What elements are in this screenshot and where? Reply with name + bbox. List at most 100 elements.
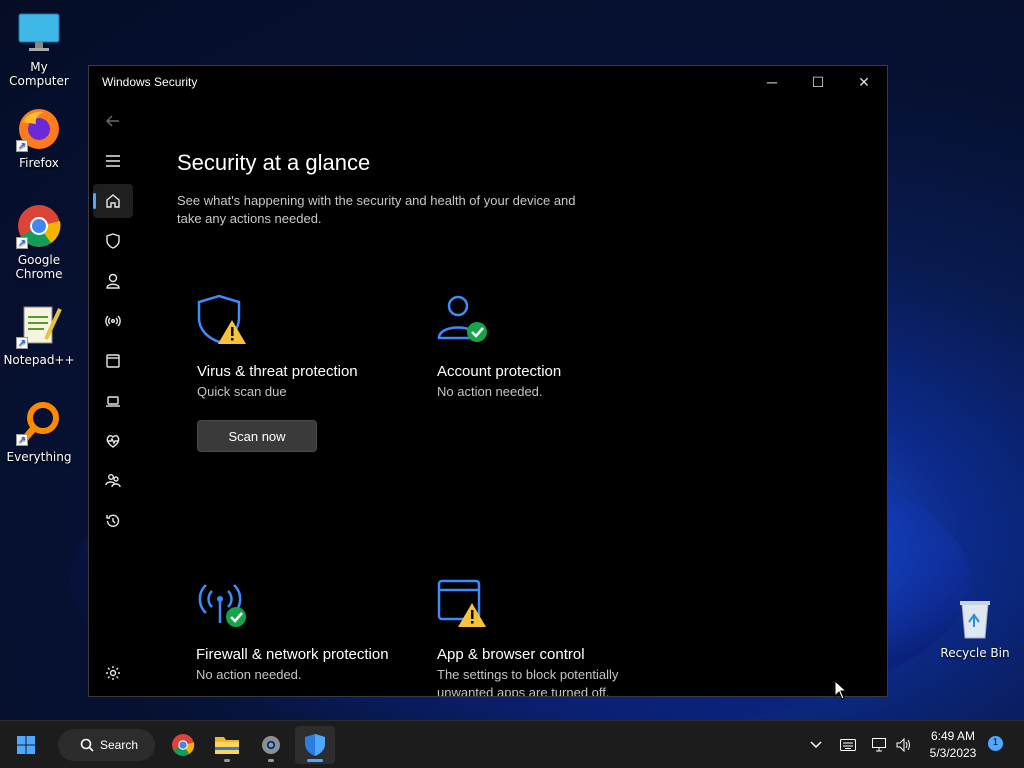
network-icon <box>872 738 886 752</box>
card-app-browser-control[interactable]: App & browser control The settings to bl… <box>437 577 637 696</box>
card-title: App & browser control <box>437 646 585 663</box>
taskbar-settings[interactable] <box>251 726 291 764</box>
navigation-rail <box>89 98 137 696</box>
antenna-icon <box>105 315 121 327</box>
desktop-icon-label: Recycle Bin <box>940 646 1010 660</box>
windows-security-window: Windows Security ─ ☐ ✕ Security at a gla… <box>88 65 888 697</box>
card-virus-threat-protection[interactable]: Virus & threat protection Quick scan due… <box>197 294 417 452</box>
windows-logo-icon <box>17 736 35 754</box>
history-icon <box>106 514 120 527</box>
card-status: Quick scan due <box>197 384 287 399</box>
back-arrow-icon <box>106 115 119 127</box>
nav-item-firewall[interactable] <box>93 304 133 338</box>
hamburger-icon <box>106 155 120 167</box>
magnifier-icon: ↗ <box>16 400 62 446</box>
shortcut-arrow-icon: ↗ <box>16 434 28 446</box>
desktop-icon-firefox[interactable]: ↗ Firefox <box>0 106 78 170</box>
desktop-icon-label: Notepad++ <box>3 353 75 367</box>
desktop-icon-my-computer[interactable]: My Computer <box>0 10 78 88</box>
card-title: Virus & threat protection <box>197 363 358 380</box>
card-title: Firewall & network protection <box>196 646 389 663</box>
desktop-icon-label: Google Chrome <box>15 253 63 281</box>
search-icon <box>80 738 94 752</box>
desktop-icon-label: Firefox <box>19 156 59 170</box>
scan-now-button[interactable]: Scan now <box>197 420 317 452</box>
notepad-icon: ↗ <box>16 303 62 349</box>
start-button[interactable] <box>6 726 46 764</box>
desktop-icon-notepadpp[interactable]: ↗ Notepad++ <box>0 303 78 367</box>
keyboard-icon <box>840 739 856 751</box>
shortcut-arrow-icon: ↗ <box>16 337 28 349</box>
window-title: Windows Security <box>102 75 198 89</box>
nav-item-account-protection[interactable] <box>93 264 133 298</box>
menu-button[interactable] <box>93 144 133 178</box>
page-subtitle: See what's happening with the security a… <box>177 193 576 226</box>
speaker-icon <box>896 738 910 752</box>
taskbar-search[interactable]: Search <box>58 729 155 761</box>
clock-time: 6:49 AM <box>930 729 976 743</box>
nav-item-virus-protection[interactable] <box>93 224 133 258</box>
mouse-cursor-icon <box>834 680 848 700</box>
tray-overflow-button[interactable] <box>801 721 831 768</box>
card-firewall-network-protection[interactable]: Firewall & network protection No action … <box>196 577 396 684</box>
home-icon <box>106 194 120 208</box>
taskbar: Search 6:49 AM 5/3/2023 <box>0 720 1024 768</box>
nav-item-settings[interactable] <box>93 656 133 690</box>
title-bar: Windows Security ─ ☐ ✕ <box>89 66 887 98</box>
nav-item-device-security[interactable] <box>93 384 133 418</box>
chrome-icon <box>172 734 195 756</box>
heart-pulse-icon <box>106 435 120 448</box>
account-ok-icon <box>437 294 489 346</box>
nav-item-app-browser-control[interactable] <box>93 344 133 378</box>
monitor-icon <box>16 10 62 56</box>
desktop-icon-recycle-bin[interactable]: Recycle Bin <box>936 596 1014 660</box>
back-button[interactable] <box>93 104 133 138</box>
card-status: The settings to block potentially unwant… <box>437 667 619 696</box>
browser-warning-icon <box>437 577 489 629</box>
tray-network[interactable] <box>868 721 892 768</box>
chrome-icon: ↗ <box>16 203 62 249</box>
security-shield-icon <box>305 734 325 756</box>
desktop-icon-everything[interactable]: ↗ Everything <box>0 400 78 464</box>
recycle-bin-icon <box>952 596 998 642</box>
firefox-icon: ↗ <box>16 106 62 152</box>
shield-warning-icon <box>197 294 249 346</box>
shortcut-arrow-icon: ↗ <box>16 140 28 152</box>
desktop-icon-label: Everything <box>6 450 72 464</box>
search-label: Search <box>100 738 139 752</box>
taskbar-windows-security[interactable] <box>295 726 335 764</box>
nav-item-home[interactable] <box>93 184 133 218</box>
taskbar-chrome[interactable] <box>163 726 203 764</box>
card-title: Account protection <box>437 363 562 380</box>
clock[interactable]: 6:49 AM 5/3/2023 <box>918 728 988 762</box>
card-status: No action needed. <box>437 384 543 399</box>
maximize-button[interactable]: ☐ <box>795 66 841 98</box>
shortcut-arrow-icon: ↗ <box>16 237 28 249</box>
person-icon <box>106 273 120 289</box>
chevron-up-icon <box>810 741 822 749</box>
nav-item-device-health[interactable] <box>93 424 133 458</box>
main-content: Security at a glance See what's happenin… <box>177 98 887 696</box>
firewall-ok-icon <box>196 577 248 629</box>
nav-item-family-options[interactable] <box>93 464 133 498</box>
gear-icon <box>106 666 120 680</box>
nav-item-protection-history[interactable] <box>93 504 133 538</box>
tray-volume[interactable] <box>892 721 916 768</box>
folder-icon <box>215 737 239 754</box>
gear-icon <box>262 736 280 754</box>
close-button[interactable]: ✕ <box>841 66 887 98</box>
laptop-icon <box>106 396 120 407</box>
browser-window-icon <box>106 354 120 368</box>
clock-date: 5/3/2023 <box>929 746 977 760</box>
card-status: No action needed. <box>196 667 302 682</box>
tray-keyboard[interactable] <box>836 721 860 768</box>
shield-icon <box>106 233 120 249</box>
card-account-protection[interactable]: Account protection No action needed. <box>437 294 657 401</box>
desktop-icon-chrome[interactable]: ↗ Google Chrome <box>0 203 78 281</box>
page-title: Security at a glance <box>177 150 371 175</box>
desktop-icon-label: My Computer <box>9 60 69 88</box>
notification-badge[interactable]: 1 <box>988 736 1003 751</box>
family-icon <box>105 474 121 488</box>
taskbar-file-explorer[interactable] <box>207 726 247 764</box>
minimize-button[interactable]: ─ <box>749 66 795 98</box>
